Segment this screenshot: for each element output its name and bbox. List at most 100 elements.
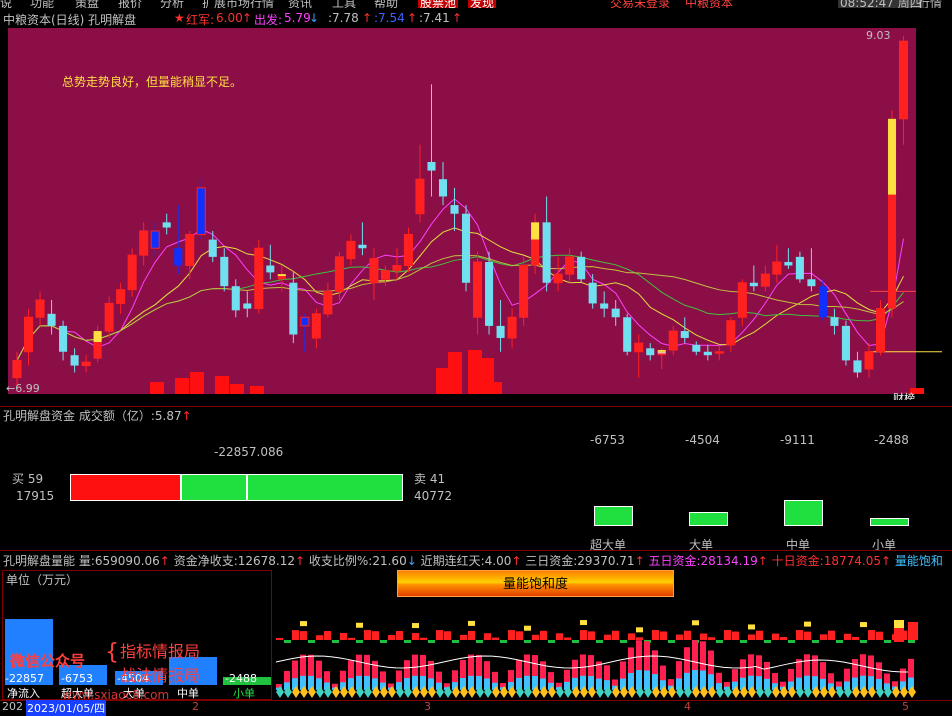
candle-body bbox=[369, 258, 379, 284]
energy-bar bbox=[476, 640, 483, 643]
energy-bar bbox=[836, 640, 843, 643]
candle-body bbox=[196, 187, 206, 235]
energy-bar bbox=[500, 640, 507, 643]
energy-bar bbox=[324, 631, 331, 640]
candle-body bbox=[760, 273, 770, 287]
energy-bar bbox=[372, 631, 379, 640]
energy-bar-yellow bbox=[894, 620, 904, 628]
timeline[interactable]: 202 2023/01/05/四 2 3 4 5 bbox=[0, 700, 952, 716]
menu-item[interactable]: 功能 bbox=[30, 0, 54, 8]
energy-bar bbox=[460, 634, 467, 640]
candle-body bbox=[588, 282, 597, 304]
energy-bar-yellow bbox=[636, 627, 643, 633]
energy-bar-yellow bbox=[356, 622, 363, 628]
fund-bar-value: -4504 bbox=[685, 433, 720, 447]
energy-bar bbox=[412, 633, 419, 640]
candle-body bbox=[150, 230, 160, 249]
energy-bar bbox=[428, 640, 435, 643]
fund-bar-value: -2488 bbox=[874, 433, 909, 447]
candle-body bbox=[35, 299, 45, 318]
candle-body bbox=[553, 273, 563, 284]
candle-body bbox=[243, 303, 252, 309]
candle-body bbox=[450, 205, 459, 214]
turnover-value: :5.87 bbox=[150, 409, 182, 423]
mini-bar-label: 小单 bbox=[233, 687, 255, 700]
energy-bar bbox=[668, 640, 675, 643]
volume-overlay bbox=[150, 350, 924, 394]
menu-item[interactable]: 分析 bbox=[160, 0, 184, 8]
menu-item[interactable]: 说 bbox=[0, 0, 12, 8]
unit-label: 单位（万元） bbox=[6, 573, 79, 587]
energy-bar bbox=[404, 640, 411, 643]
timeline-tick: 5 bbox=[902, 700, 909, 713]
menu-item[interactable]: 资讯 bbox=[288, 0, 312, 8]
fund-bar-super-large bbox=[594, 506, 633, 526]
candle-body bbox=[415, 178, 425, 215]
volume-block bbox=[488, 382, 502, 394]
mini-bar-value: -2488 bbox=[225, 672, 257, 685]
up-arrow-icon: ↑ bbox=[362, 11, 373, 25]
energy-bar bbox=[660, 631, 667, 640]
energy-bar bbox=[452, 640, 459, 643]
timeline-cursor-date[interactable]: 2023/01/05/四 bbox=[26, 700, 107, 716]
value-3: :7.41 bbox=[419, 11, 450, 25]
clock: 08:52:47 周四 bbox=[838, 0, 924, 8]
up-arrow-icon: ↑ bbox=[407, 11, 418, 25]
candle-body bbox=[162, 222, 171, 228]
menu-item[interactable]: 策盘 bbox=[75, 0, 99, 8]
energy-panel-title: 孔明解盘量能 bbox=[3, 554, 76, 568]
candle-body bbox=[577, 256, 586, 280]
fund-panel-title: 孔明解盘资金 bbox=[3, 409, 76, 423]
caibang-tag[interactable]: 财榜 bbox=[893, 391, 915, 400]
candle-body bbox=[875, 308, 886, 353]
candle-body bbox=[473, 261, 483, 318]
energy-bar bbox=[732, 631, 739, 640]
menu-item-quote[interactable]: 行情 bbox=[918, 0, 942, 8]
energy-bar bbox=[628, 633, 635, 640]
buy-ratio-bar bbox=[70, 474, 181, 501]
menu-item[interactable]: 扩展市场行情 bbox=[202, 0, 274, 8]
menu-item-stock-pool[interactable]: 股票池 bbox=[418, 0, 459, 8]
candle-body bbox=[772, 261, 782, 275]
menu-item[interactable]: 工具 bbox=[332, 0, 356, 8]
energy-bar bbox=[676, 634, 683, 640]
energy-bar bbox=[484, 633, 491, 640]
energy-bar-yellow bbox=[692, 620, 699, 626]
timeline-tick: 4 bbox=[684, 700, 691, 713]
energy-bar bbox=[772, 633, 779, 640]
energy-bar bbox=[860, 640, 867, 643]
candle-body bbox=[403, 233, 413, 266]
energy-bar bbox=[300, 631, 307, 640]
candle-body bbox=[208, 239, 217, 257]
menu-item[interactable]: 帮助 bbox=[374, 0, 398, 8]
energy-bar bbox=[828, 630, 835, 640]
energy-bar bbox=[380, 640, 387, 643]
total-flow-value: -22857.086 bbox=[214, 445, 284, 459]
energy-bar bbox=[876, 631, 883, 640]
candle-body bbox=[726, 320, 736, 346]
energy-bar bbox=[356, 640, 363, 643]
candle-body bbox=[657, 350, 666, 352]
energy-bar bbox=[572, 640, 579, 643]
candle-body bbox=[220, 256, 229, 287]
candle-body bbox=[47, 313, 56, 326]
candle-body bbox=[380, 270, 390, 280]
price-chart-svg[interactable]: 总势走势良好，但量能稍显不足。 9.03 ←6.99 财榜 bbox=[0, 28, 952, 400]
candle-body bbox=[93, 342, 102, 359]
energy-bar bbox=[316, 635, 323, 640]
candle-body bbox=[70, 355, 79, 366]
energy-bar-yellow bbox=[412, 623, 419, 629]
candle-body bbox=[127, 254, 137, 291]
candle-body bbox=[519, 264, 529, 318]
saturation-button[interactable]: 量能饱和度 bbox=[397, 570, 674, 597]
candle-body bbox=[139, 230, 149, 256]
mini-bar-label: 净流入 bbox=[7, 687, 40, 700]
buy-value: 17915 bbox=[16, 489, 55, 503]
menu-item[interactable]: 报价 bbox=[118, 0, 142, 8]
energy-bar bbox=[396, 630, 403, 640]
energy-bar bbox=[492, 637, 499, 640]
trade-status[interactable]: 交易未登录 bbox=[610, 0, 670, 8]
menu-item-discover[interactable]: 发现 bbox=[468, 0, 497, 8]
candle-body bbox=[334, 256, 344, 292]
energy-bar bbox=[756, 630, 763, 640]
